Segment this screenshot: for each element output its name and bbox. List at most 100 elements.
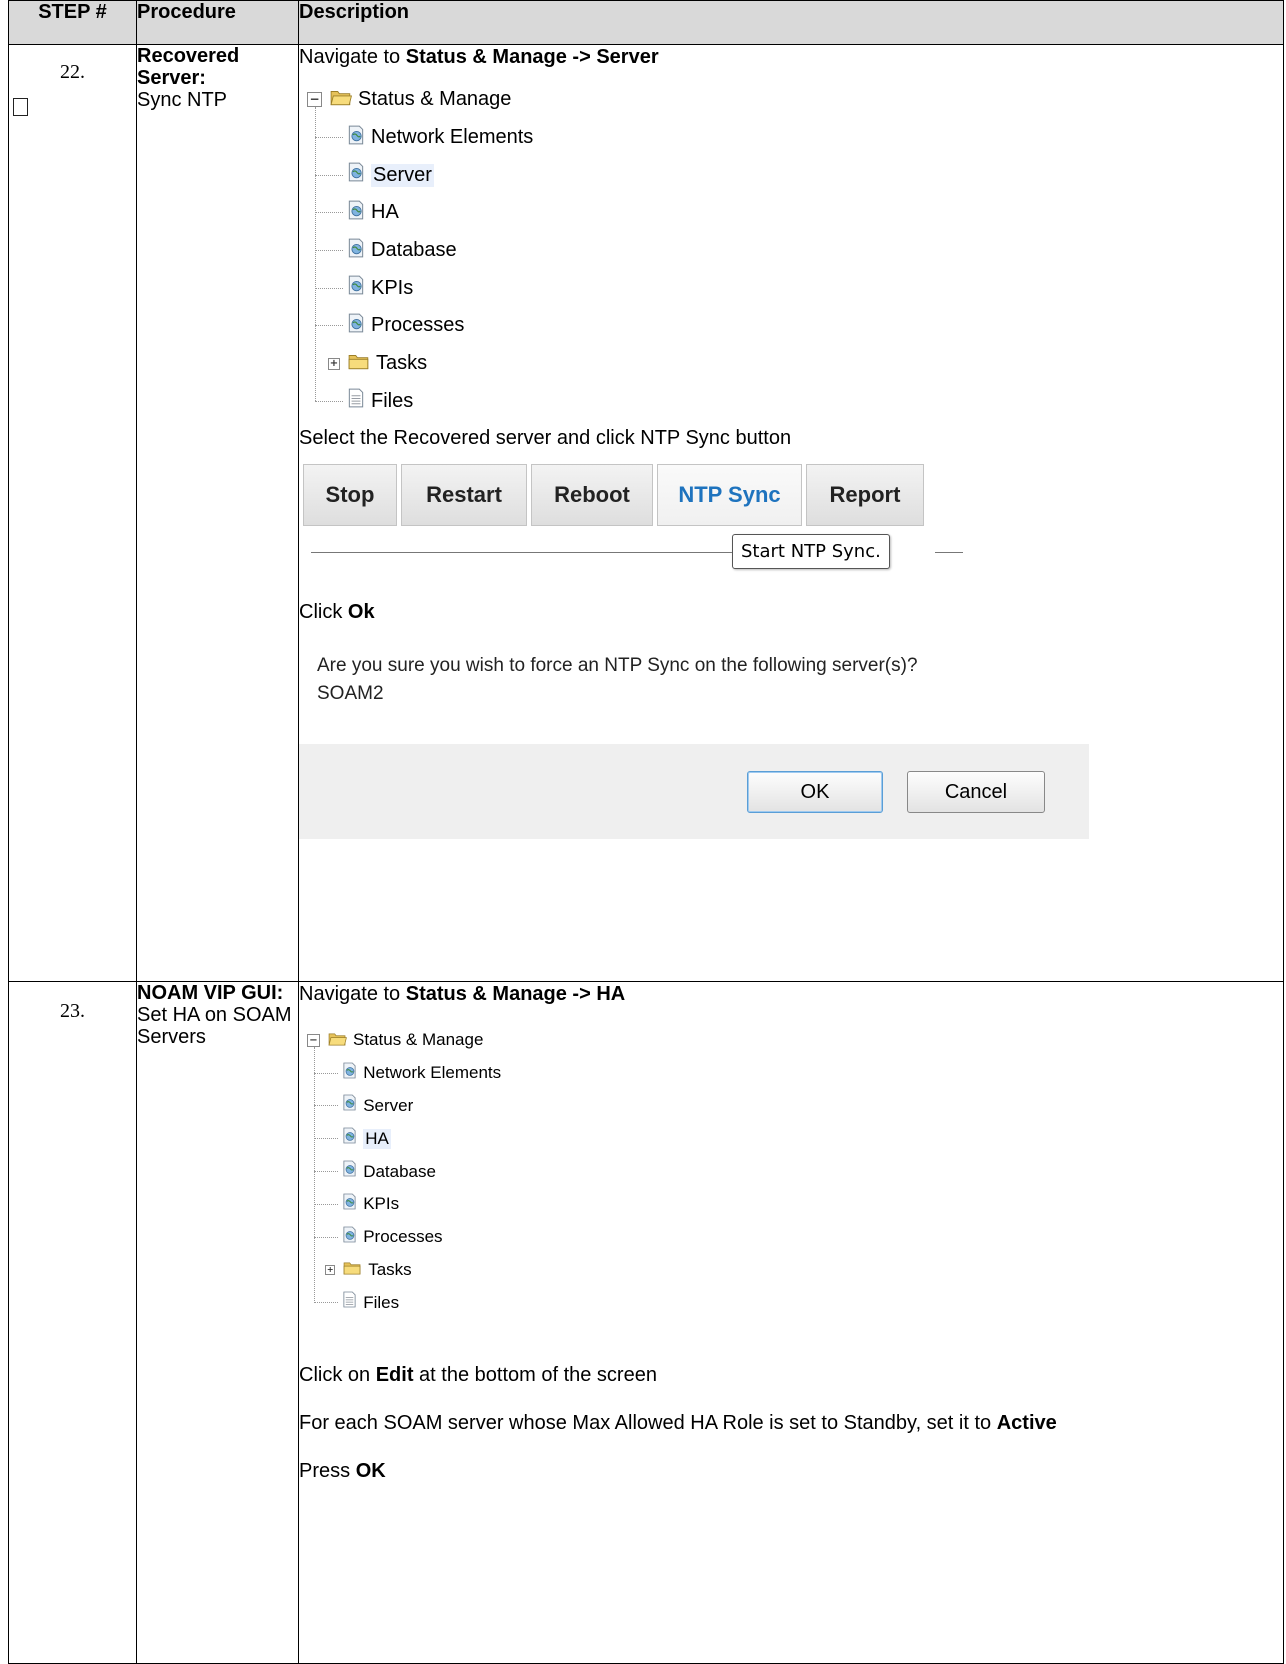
edit-prefix: Click on xyxy=(299,1364,376,1387)
tree-branch-line xyxy=(313,1072,339,1074)
report-button[interactable]: Report xyxy=(806,464,924,527)
server-action-toolbar: Stop Restart Reboot NTP Sync Report xyxy=(303,464,1283,527)
collapse-icon[interactable]: − xyxy=(307,1033,320,1047)
tree-node-label: Processes xyxy=(371,314,465,337)
navigate-target: Status & Manage -> Server xyxy=(405,46,659,68)
tree-node-network-elements[interactable]: Network Elements xyxy=(307,1057,1283,1090)
folder-icon xyxy=(343,1258,362,1281)
tree-node-kpis[interactable]: KPIs xyxy=(307,1188,1283,1221)
edit-target: Edit xyxy=(375,1364,414,1387)
navigate-instruction: Navigate to Status & Manage -> HA xyxy=(299,982,1283,1006)
click-prefix: Click xyxy=(299,601,348,624)
expand-icon[interactable]: + xyxy=(328,357,340,370)
procedure-title: Recovered Server: xyxy=(137,45,240,89)
status-page-icon xyxy=(347,238,365,264)
tree-node-network-elements[interactable]: Network Elements xyxy=(307,119,1283,157)
status-page-icon xyxy=(347,162,365,188)
status-page-icon xyxy=(342,1127,357,1150)
each-text: For each SOAM server whose Max Allowed H… xyxy=(299,1412,997,1435)
tree-branch-line xyxy=(314,174,343,176)
ok-button[interactable]: OK xyxy=(747,771,883,814)
tree-node-label: Network Elements xyxy=(371,126,534,149)
tree-node-ha[interactable]: HA xyxy=(307,194,1283,232)
file-icon xyxy=(342,1291,357,1314)
status-page-icon xyxy=(342,1062,357,1085)
step-row-23: 23. NOAM VIP GUI: Set HA on SOAM Servers… xyxy=(8,981,1284,1664)
stop-button[interactable]: Stop xyxy=(303,464,397,527)
description-cell: Navigate to Status & Manage -> HA − Statu… xyxy=(298,981,1284,1664)
separator-line-left xyxy=(311,552,741,554)
tree-branch-line xyxy=(313,1236,339,1238)
ntp-sync-button[interactable]: NTP Sync xyxy=(657,464,802,527)
folder-open-icon xyxy=(328,1029,347,1052)
status-page-icon xyxy=(342,1160,357,1183)
folder-icon xyxy=(348,352,370,376)
tooltip-area: Start NTP Sync. xyxy=(299,526,1283,594)
tree-node-status-manage[interactable]: − Status & Manage xyxy=(307,81,1283,119)
tree-node-processes[interactable]: Processes xyxy=(307,307,1283,345)
step-checkbox[interactable] xyxy=(13,98,28,116)
tree-node-status-manage[interactable]: − Status & Manage xyxy=(307,1024,1283,1057)
expand-icon[interactable]: + xyxy=(325,1264,336,1275)
tree-node-files[interactable]: Files xyxy=(307,1286,1283,1319)
tree-node-database[interactable]: Database xyxy=(307,1155,1283,1188)
description-cell: Navigate to Status & Manage -> Server − S… xyxy=(298,44,1284,982)
tree-branch-line xyxy=(314,250,343,252)
dialog-message: Are you sure you wish to force an NTP Sy… xyxy=(317,655,918,677)
navigate-target: Status & Manage -> HA xyxy=(405,983,626,1005)
tree-node-label: Status & Manage xyxy=(358,88,512,111)
edit-instruction: Click on Edit at the bottom of the scree… xyxy=(299,1363,1283,1387)
tree-node-server[interactable]: Server xyxy=(307,156,1283,194)
tree-branch-line xyxy=(314,287,343,289)
tree-node-label: Status & Manage xyxy=(353,1030,484,1050)
tree-node-tasks[interactable]: + Tasks xyxy=(307,1254,1283,1287)
tree-branch-line xyxy=(314,400,343,402)
click-ok-instruction: Click Ok xyxy=(299,600,1283,624)
procedure-cell: Recovered Server: Sync NTP xyxy=(136,44,299,982)
tree-node-ha[interactable]: HA xyxy=(307,1122,1283,1155)
procedure-cell: NOAM VIP GUI: Set HA on SOAM Servers xyxy=(136,981,299,1664)
edit-suffix: at the bottom of the screen xyxy=(413,1364,657,1387)
status-page-icon xyxy=(342,1226,357,1249)
file-icon xyxy=(347,388,365,414)
tree-branch-line xyxy=(313,1203,339,1205)
dialog-body: Are you sure you wish to force an NTP Sy… xyxy=(299,652,1089,708)
procedure-table: STEP # Procedure Description 22. Recover… xyxy=(8,0,1284,1664)
tree-branch-line xyxy=(313,1302,339,1304)
dialog-server: SOAM2 xyxy=(317,683,384,705)
tree-node-label: Processes xyxy=(363,1227,443,1247)
tree-branch-line xyxy=(314,137,343,139)
select-instruction: Select the Recovered server and click NT… xyxy=(299,427,792,450)
tree-node-label: Network Elements xyxy=(363,1063,502,1083)
table-header-row: STEP # Procedure Description xyxy=(8,0,1284,45)
tree-node-label: Tasks xyxy=(368,1259,412,1279)
status-page-icon xyxy=(342,1094,357,1117)
reboot-button[interactable]: Reboot xyxy=(531,464,653,527)
tree-node-database[interactable]: Database xyxy=(307,232,1283,270)
tree-node-label: KPIs xyxy=(371,276,414,299)
tree-branch-line xyxy=(313,1171,339,1173)
cancel-button[interactable]: Cancel xyxy=(907,771,1045,814)
tree-node-server[interactable]: Server xyxy=(307,1090,1283,1123)
step-number: 22. xyxy=(60,61,85,83)
press-prefix: Press xyxy=(299,1460,356,1483)
dialog-footer: OK Cancel xyxy=(299,744,1089,840)
restart-button[interactable]: Restart xyxy=(401,464,527,527)
step-number: 23. xyxy=(60,1000,85,1022)
step-number-cell: 23. xyxy=(8,981,137,1664)
tree-node-tasks[interactable]: + Tasks xyxy=(307,345,1283,383)
tree-node-label: Files xyxy=(363,1292,400,1312)
procedure-text: Set HA on SOAM Servers xyxy=(137,1004,292,1048)
tree-node-kpis[interactable]: KPIs xyxy=(307,269,1283,307)
collapse-icon[interactable]: − xyxy=(307,92,322,108)
nav-tree: − Status & Manage Network Elements Server HA… xyxy=(307,1024,1283,1319)
tree-branch-line xyxy=(314,325,343,327)
tree-node-label: Files xyxy=(371,389,414,412)
header-description: Description xyxy=(298,0,1284,45)
tree-node-files[interactable]: Files xyxy=(307,383,1283,421)
navigate-prefix: Navigate to xyxy=(299,983,406,1005)
tree-node-label: KPIs xyxy=(363,1194,400,1214)
status-page-icon xyxy=(347,313,365,339)
click-target: Ok xyxy=(347,601,375,624)
tree-node-processes[interactable]: Processes xyxy=(307,1221,1283,1254)
